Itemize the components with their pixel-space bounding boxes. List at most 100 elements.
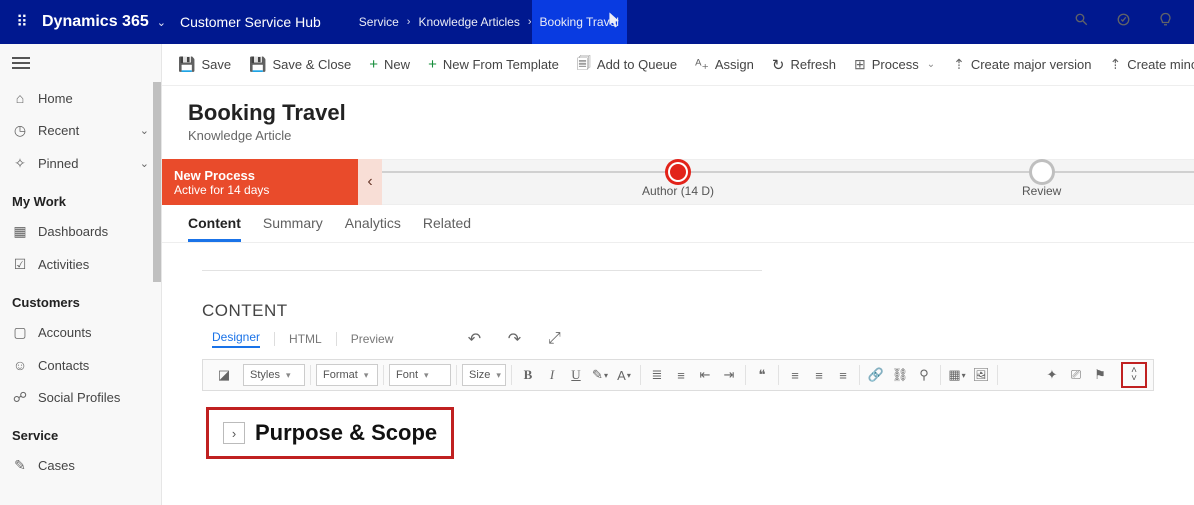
table-icon[interactable]: ▦▾ bbox=[946, 364, 968, 386]
breadcrumb-ka[interactable]: Knowledge Articles bbox=[410, 0, 527, 44]
editor-tab-designer[interactable]: Designer bbox=[212, 330, 260, 348]
sidebar-item-home[interactable]: ⌂ Home bbox=[0, 82, 161, 114]
anchor-icon[interactable]: ⚲ bbox=[913, 364, 935, 386]
stage-dot-active-icon bbox=[668, 162, 688, 182]
new-button[interactable]: +New bbox=[369, 56, 410, 73]
sidebar-group-mywork: My Work bbox=[0, 180, 161, 215]
text-color-icon[interactable]: A▾ bbox=[613, 364, 635, 386]
social-icon: ☍ bbox=[12, 389, 28, 406]
caret-down-icon: ▾ bbox=[496, 370, 501, 381]
add-to-queue-button[interactable]: 🗐Add to Queue bbox=[577, 53, 677, 77]
caret-down-icon: ▾ bbox=[364, 370, 369, 381]
align-left-icon[interactable]: ≡ bbox=[784, 364, 806, 386]
process-status: Active for 14 days bbox=[174, 183, 346, 197]
font-dropdown[interactable]: Font ▾ bbox=[389, 364, 451, 386]
dashboard-icon: ▦ bbox=[12, 223, 28, 240]
editor-tab-html[interactable]: HTML bbox=[289, 332, 322, 346]
task-icon[interactable] bbox=[1102, 12, 1144, 32]
assign-button[interactable]: ᴬ₊Assign bbox=[695, 56, 754, 73]
save-icon: 💾 bbox=[178, 56, 195, 73]
stage-author[interactable]: Author (14 D) bbox=[642, 160, 714, 198]
caret-down-icon: ▾ bbox=[286, 370, 291, 381]
breadcrumb-current[interactable]: Booking Travel bbox=[532, 0, 627, 44]
cmd-label: Process bbox=[872, 57, 919, 72]
separator bbox=[336, 332, 337, 346]
chevron-down-icon: ⌄ bbox=[140, 157, 149, 170]
save-close-button[interactable]: 💾Save & Close bbox=[249, 56, 351, 73]
format-dropdown[interactable]: Format▾ bbox=[316, 364, 378, 386]
refresh-button[interactable]: ↻Refresh bbox=[772, 56, 836, 74]
sidebar-item-cases[interactable]: ✎ Cases bbox=[0, 449, 161, 482]
collapse-process-icon[interactable]: ‹ bbox=[358, 159, 382, 205]
waffle-icon[interactable]: ⠿ bbox=[8, 12, 36, 32]
scrollbar-thumb[interactable] bbox=[153, 82, 161, 282]
number-list-icon[interactable]: ≡ bbox=[670, 364, 692, 386]
breadcrumb-service[interactable]: Service bbox=[351, 0, 407, 44]
sidebar-group-customers: Customers bbox=[0, 281, 161, 316]
caret-down-icon: ▾ bbox=[424, 370, 429, 381]
styles-dropdown[interactable]: Styles▾ bbox=[243, 364, 305, 386]
redo-icon[interactable]: ↷ bbox=[501, 329, 527, 349]
process-button[interactable]: ⊞Process⌄ bbox=[854, 56, 935, 73]
clear-format-icon[interactable]: ◪ bbox=[213, 364, 235, 386]
collapse-toolbar-button[interactable]: ˄˅ bbox=[1121, 362, 1147, 388]
underline-icon[interactable]: U bbox=[565, 364, 587, 386]
align-right-icon[interactable]: ≡ bbox=[832, 364, 854, 386]
bulb-icon[interactable] bbox=[1144, 12, 1186, 32]
indent-icon[interactable]: ⇥ bbox=[718, 364, 740, 386]
fullscreen-icon[interactable]: ⤢ bbox=[541, 330, 567, 348]
dd-label: Font bbox=[396, 369, 418, 381]
expand-section-icon[interactable]: › bbox=[223, 422, 245, 444]
bullet-list-icon[interactable]: ≣ bbox=[646, 364, 668, 386]
new-template-button[interactable]: +New From Template bbox=[428, 56, 559, 73]
chevron-down-icon[interactable]: ⌄ bbox=[157, 16, 166, 29]
sidebar-item-contacts[interactable]: ☺ Contacts bbox=[0, 349, 161, 381]
title-input[interactable] bbox=[202, 259, 762, 271]
app-name[interactable]: Dynamics 365 bbox=[42, 13, 149, 31]
size-dropdown[interactable]: Size▾ bbox=[462, 364, 506, 386]
unlink-icon[interactable]: ⛓ bbox=[889, 364, 911, 386]
stage-label: Review bbox=[1022, 184, 1061, 198]
cmd-label: Assign bbox=[715, 57, 754, 72]
menu-toggle-icon[interactable] bbox=[0, 44, 161, 82]
align-center-icon[interactable]: ≡ bbox=[808, 364, 830, 386]
section-heading-text[interactable]: Purpose & Scope bbox=[255, 420, 437, 446]
sidebar-item-recent[interactable]: ◷ Recent ⌄ bbox=[0, 114, 161, 147]
case-icon: ✎ bbox=[12, 457, 28, 474]
tab-summary[interactable]: Summary bbox=[263, 215, 323, 242]
plus-icon: + bbox=[428, 56, 437, 73]
italic-icon[interactable]: I bbox=[541, 364, 563, 386]
process-info-panel[interactable]: New Process Active for 14 days bbox=[162, 159, 358, 205]
sparkle-icon[interactable]: ✦ bbox=[1041, 364, 1063, 386]
create-minor-button[interactable]: ⇡Create minor bbox=[1110, 56, 1194, 73]
search-icon[interactable] bbox=[1060, 12, 1102, 32]
highlight-icon[interactable]: ✎▾ bbox=[589, 364, 611, 386]
link-icon[interactable]: 🔗 bbox=[865, 364, 887, 386]
sidebar-item-label: Recent bbox=[38, 123, 79, 138]
tab-related[interactable]: Related bbox=[423, 215, 471, 242]
sidebar-item-pinned[interactable]: ✧ Pinned ⌄ bbox=[0, 147, 161, 180]
quote-icon[interactable]: ❝ bbox=[751, 364, 773, 386]
chevron-down-icon: ⌄ bbox=[927, 59, 935, 70]
sidebar-item-social[interactable]: ☍ Social Profiles bbox=[0, 381, 161, 414]
undo-icon[interactable]: ↶ bbox=[461, 329, 487, 349]
create-major-button[interactable]: ⇡Create major version bbox=[953, 56, 1091, 73]
pin-icon: ✧ bbox=[12, 155, 28, 172]
sidebar-item-activities[interactable]: ☑ Activities bbox=[0, 248, 161, 281]
image-icon[interactable]: 🖼 bbox=[970, 364, 992, 386]
tab-analytics[interactable]: Analytics bbox=[345, 215, 401, 242]
account-icon: ▢ bbox=[12, 324, 28, 341]
code-icon[interactable]: ⎚ bbox=[1065, 364, 1087, 386]
flag-icon[interactable]: ⚑ bbox=[1089, 364, 1111, 386]
editor-tab-preview[interactable]: Preview bbox=[351, 332, 394, 346]
bold-icon[interactable]: B bbox=[517, 364, 539, 386]
sidebar-item-dashboards[interactable]: ▦ Dashboards bbox=[0, 215, 161, 248]
hub-name[interactable]: Customer Service Hub bbox=[180, 14, 321, 30]
sidebar-item-label: Accounts bbox=[38, 325, 91, 340]
outdent-icon[interactable]: ⇤ bbox=[694, 364, 716, 386]
tab-content[interactable]: Content bbox=[188, 215, 241, 242]
sidebar-item-accounts[interactable]: ▢ Accounts bbox=[0, 316, 161, 349]
stage-review[interactable]: Review bbox=[1022, 160, 1061, 198]
save-button[interactable]: 💾Save bbox=[178, 56, 231, 73]
chevron-down-icon: ⌄ bbox=[140, 124, 149, 137]
